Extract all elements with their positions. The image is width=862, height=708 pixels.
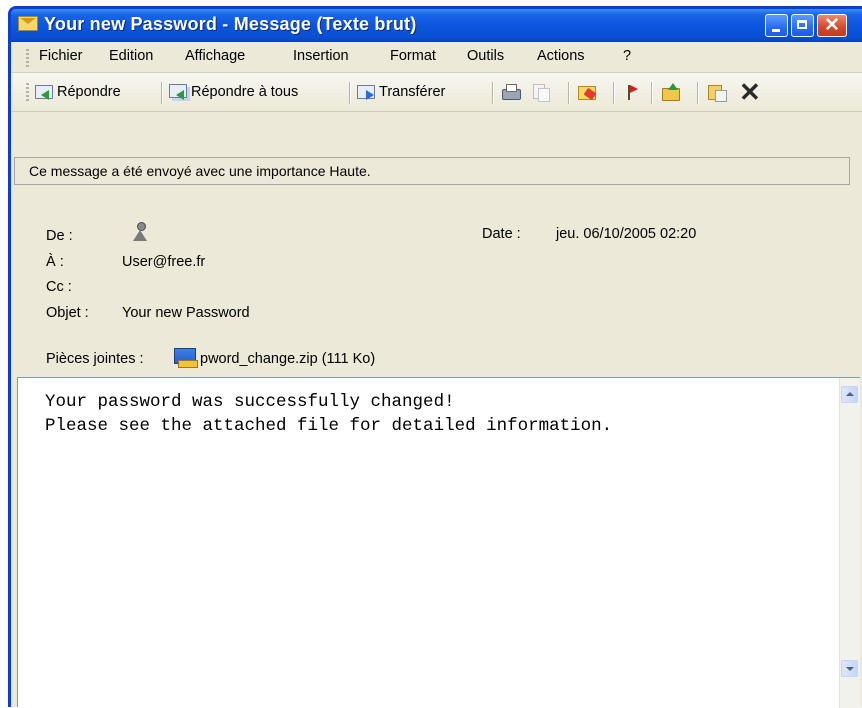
title-bar[interactable]: Your new Password - Message (Texte brut)… [11, 9, 862, 42]
toolbar-separator [651, 82, 653, 104]
menu-actions[interactable]: Actions [537, 48, 585, 64]
reply-all-button[interactable]: Répondre à tous [169, 81, 298, 103]
close-icon: ✕ [824, 15, 840, 36]
close-button[interactable]: ✕ [817, 14, 847, 37]
menu-format[interactable]: Format [390, 48, 436, 64]
reply-label: Répondre [57, 84, 121, 100]
move-item-icon [707, 83, 727, 102]
date-value: jeu. 06/10/2005 02:20 [556, 226, 697, 242]
importance-info-text: Ce message a été envoyé avec une importa… [29, 163, 371, 179]
open-folder-icon [661, 83, 681, 101]
subject-label: Objet : [46, 305, 89, 321]
toolbar-grip[interactable] [26, 83, 29, 101]
open-folder-button[interactable] [661, 81, 683, 103]
zip-file-icon [174, 348, 198, 368]
attachment-filename: pword_change.zip (111 Ko) [200, 351, 376, 367]
scroll-down-button[interactable] [841, 660, 858, 677]
importance-info-bar: Ce message a été envoyé avec une importa… [14, 157, 850, 185]
cc-label: Cc : [46, 279, 72, 295]
toolbar-separator [161, 82, 163, 104]
move-to-folder-icon [577, 83, 597, 101]
forward-icon [357, 83, 377, 101]
delete-button[interactable]: ✕ [739, 77, 763, 107]
vertical-scrollbar[interactable] [839, 378, 860, 708]
reply-icon [35, 83, 55, 101]
move-item-button[interactable] [707, 81, 729, 103]
reply-all-label: Répondre à tous [191, 84, 299, 100]
flag-button[interactable] [621, 81, 643, 103]
copy-button[interactable] [531, 81, 553, 103]
menu-insertion[interactable]: Insertion [293, 48, 349, 64]
delete-icon: ✕ [739, 77, 761, 107]
to-label: À : [46, 254, 64, 270]
toolbar-separator [613, 82, 615, 104]
flag-icon [621, 83, 641, 101]
toolbar-separator [568, 82, 570, 104]
move-to-folder-button[interactable] [577, 81, 599, 103]
print-icon [501, 83, 521, 101]
menu-edition[interactable]: Edition [109, 48, 153, 64]
reply-button[interactable]: Répondre [35, 81, 121, 103]
subject-value: Your new Password [122, 305, 250, 321]
toolbar-separator [349, 82, 351, 104]
toolbar: Répondre Répondre à tous Transférer ✕ [11, 73, 862, 112]
reply-all-icon [169, 83, 189, 101]
forward-label: Transférer [379, 84, 446, 100]
attachment-item[interactable]: pword_change.zip (111 Ko) [174, 348, 376, 368]
sender-person-icon[interactable] [132, 222, 148, 242]
message-body-text: Your password was successfully changed! … [45, 392, 613, 436]
from-label: De : [46, 228, 73, 244]
attachments-label: Pièces jointes : [46, 351, 144, 367]
forward-button[interactable]: Transférer [357, 81, 445, 103]
envelope-icon [18, 16, 38, 31]
menu-help[interactable]: ? [623, 48, 631, 64]
menu-bar: Fichier Edition Affichage Insertion Form… [11, 42, 862, 73]
menu-grip[interactable] [26, 49, 29, 67]
menu-fichier[interactable]: Fichier [39, 48, 83, 64]
window-title: Your new Password - Message (Texte brut) [44, 14, 417, 34]
scroll-up-button[interactable] [841, 386, 858, 403]
menu-outils[interactable]: Outils [467, 48, 504, 64]
toolbar-separator [697, 82, 699, 104]
maximize-button[interactable] [791, 14, 814, 37]
copy-icon [531, 83, 551, 102]
print-button[interactable] [501, 81, 523, 103]
message-body[interactable]: Your password was successfully changed! … [17, 377, 860, 708]
to-value[interactable]: User@free.fr [122, 254, 205, 270]
menu-affichage[interactable]: Affichage [185, 48, 245, 64]
date-label: Date : [482, 226, 521, 242]
minimize-button[interactable] [765, 14, 788, 37]
toolbar-separator [492, 82, 494, 104]
